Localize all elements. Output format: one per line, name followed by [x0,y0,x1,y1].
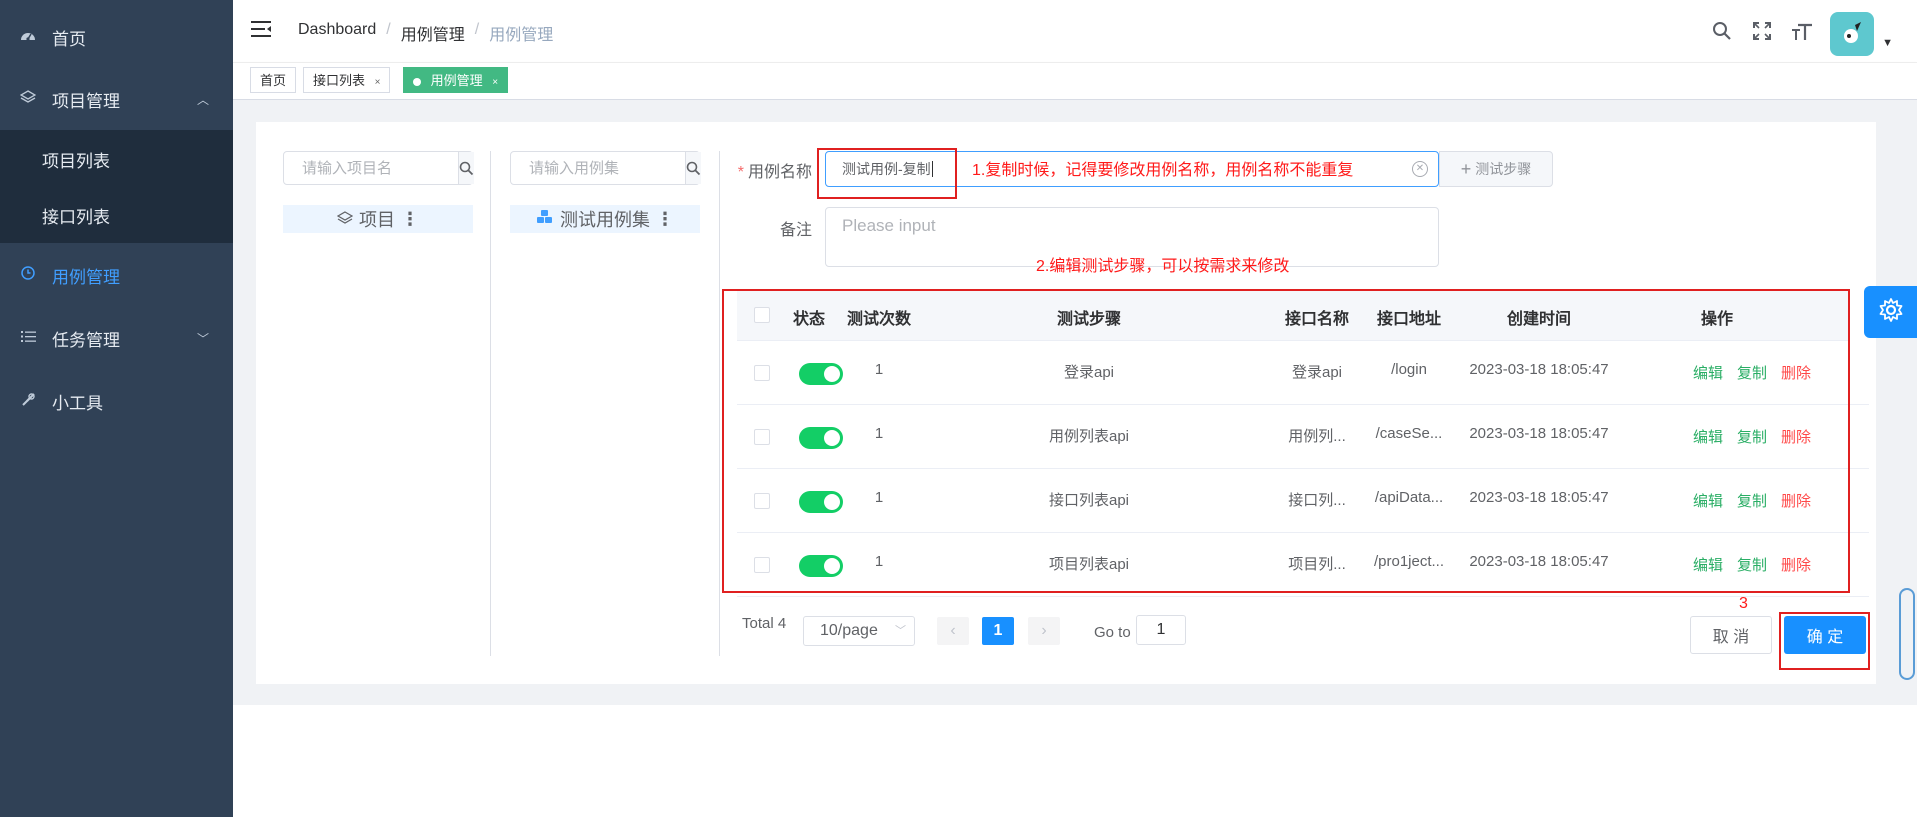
prev-page-button[interactable]: ‹ [937,617,969,645]
sidebar-item-case-management[interactable]: 用例管理 [0,244,233,306]
sidebar: 首页 项目管理 ︿ 项目列表 接口列表 用例管理 任务管理 ﹀ 小工具 [0,0,233,817]
list-icon [18,330,38,347]
case-set-search [510,151,701,185]
tree-node-case-set[interactable]: 测试用例集 ⋮ [510,205,700,233]
scrollbar[interactable] [1899,588,1915,680]
breadcrumb-separator: / [386,21,391,38]
clear-icon[interactable]: ✕ [1412,161,1428,177]
tag-label: 用例管理 [430,73,483,88]
gear-icon [1878,297,1904,328]
breadcrumb-item[interactable]: Dashboard [298,21,376,45]
sidebar-item-label: 项目管理 [52,91,120,111]
layers-icon [336,209,354,230]
breadcrumb-current: 用例管理 [489,27,554,44]
project-search-button[interactable] [458,152,474,184]
page-number-current[interactable]: 1 [982,617,1014,645]
cancel-button[interactable]: 取 消 [1690,616,1772,654]
sidebar-item-label: 任务管理 [52,330,120,350]
remark-placeholder: Please input [842,216,936,235]
tag-home[interactable]: 首页 [250,67,297,93]
highlight-box-name [817,148,957,199]
case-set-search-button[interactable] [685,152,701,184]
cubes-icon [536,209,554,230]
breadcrumb-separator: / [474,21,480,38]
panel-divider [490,151,491,656]
annotation-2: 2.编辑测试步骤，可以按需求来修改 [1036,258,1290,275]
sidebar-item-label: 小工具 [52,393,103,413]
sidebar-item-project-list[interactable]: 项目列表 [0,131,233,187]
more-vertical-icon[interactable]: ⋮ [401,209,419,230]
highlight-box-confirm [1779,612,1870,670]
clock-icon [18,266,38,284]
project-search-input[interactable] [284,152,458,184]
tag-label: 首页 [260,73,287,88]
tree-node-label: 测试用例集 [560,210,650,230]
panel-divider [719,151,720,656]
project-search [283,151,474,185]
navbar: Dashboard / 用例管理 / 用例管理 ▼ [233,0,1917,63]
tree-node-project[interactable]: 项目 ⋮ [283,205,473,233]
sidebar-item-api-list[interactable]: 接口列表 [0,187,233,243]
pagination: Total 4 [742,615,786,632]
sidebar-item-tools[interactable]: 小工具 [0,370,233,432]
navbar-right: ▼ [1710,12,1893,56]
tree-node-label: 项目 [359,210,395,230]
more-vertical-icon[interactable]: ⋮ [656,209,674,230]
sidebar-item-label: 接口列表 [42,207,110,227]
breadcrumb-item[interactable]: 用例管理 [401,21,465,45]
highlight-box-table [722,289,1850,593]
sidebar-item-label: 用例管理 [52,267,120,287]
goto-page-input[interactable]: 1 [1136,615,1186,645]
caret-down-icon[interactable]: ▼ [1882,37,1893,49]
search-icon [459,161,474,175]
remark-label: 备注 [779,222,812,239]
fullscreen-icon[interactable] [1750,21,1774,47]
tools-icon [18,392,38,411]
sidebar-item-home[interactable]: 首页 [0,6,233,68]
chevron-down-icon: ﹀ [196,331,209,346]
test-step-button-label: 测试步骤 [1475,161,1532,177]
page-size-value: 10/page [820,622,878,639]
close-icon[interactable]: × [375,77,381,88]
sidebar-item-label: 项目列表 [42,151,110,171]
plus-icon: + [1460,158,1472,179]
layers-icon [18,90,38,108]
dashboard-icon [18,28,38,46]
font-size-icon[interactable] [1790,21,1814,47]
test-step-button[interactable]: + 测试步骤 [1439,151,1553,187]
sidebar-item-label: 首页 [52,29,86,49]
pagination-total: Total 4 [742,615,787,632]
hamburger-icon[interactable] [251,20,273,38]
page-size-select[interactable]: 10/page ﹀ [803,616,915,646]
annotation-1: 1.复制时候，记得要修改用例名称，用例名称不能重复 [972,162,1354,179]
search-icon [686,161,701,175]
close-icon[interactable]: × [492,77,498,88]
active-dot-icon [413,77,421,86]
tag-case-management[interactable]: 用例管理 × [403,67,509,93]
tag-label: 接口列表 [313,73,366,88]
search-icon[interactable] [1710,21,1734,47]
sidebar-item-project-management[interactable]: 项目管理 ︿ [0,68,233,130]
tag-api-list[interactable]: 接口列表 × [303,67,391,93]
settings-button[interactable] [1864,286,1917,338]
tags-view: 首页 接口列表 × 用例管理 × [233,63,1917,100]
breadcrumb: Dashboard / 用例管理 / 用例管理 [298,21,553,45]
avatar[interactable] [1830,12,1875,56]
goto-label: Go to [1094,624,1131,641]
case-name-label: * 用例名称 [737,164,812,181]
case-set-search-input[interactable] [511,152,685,184]
sidebar-item-task-management[interactable]: 任务管理 ﹀ [0,307,233,369]
annotation-3: 3 [1739,595,1748,612]
chevron-down-icon: ﹀ [895,625,906,637]
chevron-up-icon: ︿ [196,92,209,107]
next-page-button[interactable]: › [1028,617,1060,645]
